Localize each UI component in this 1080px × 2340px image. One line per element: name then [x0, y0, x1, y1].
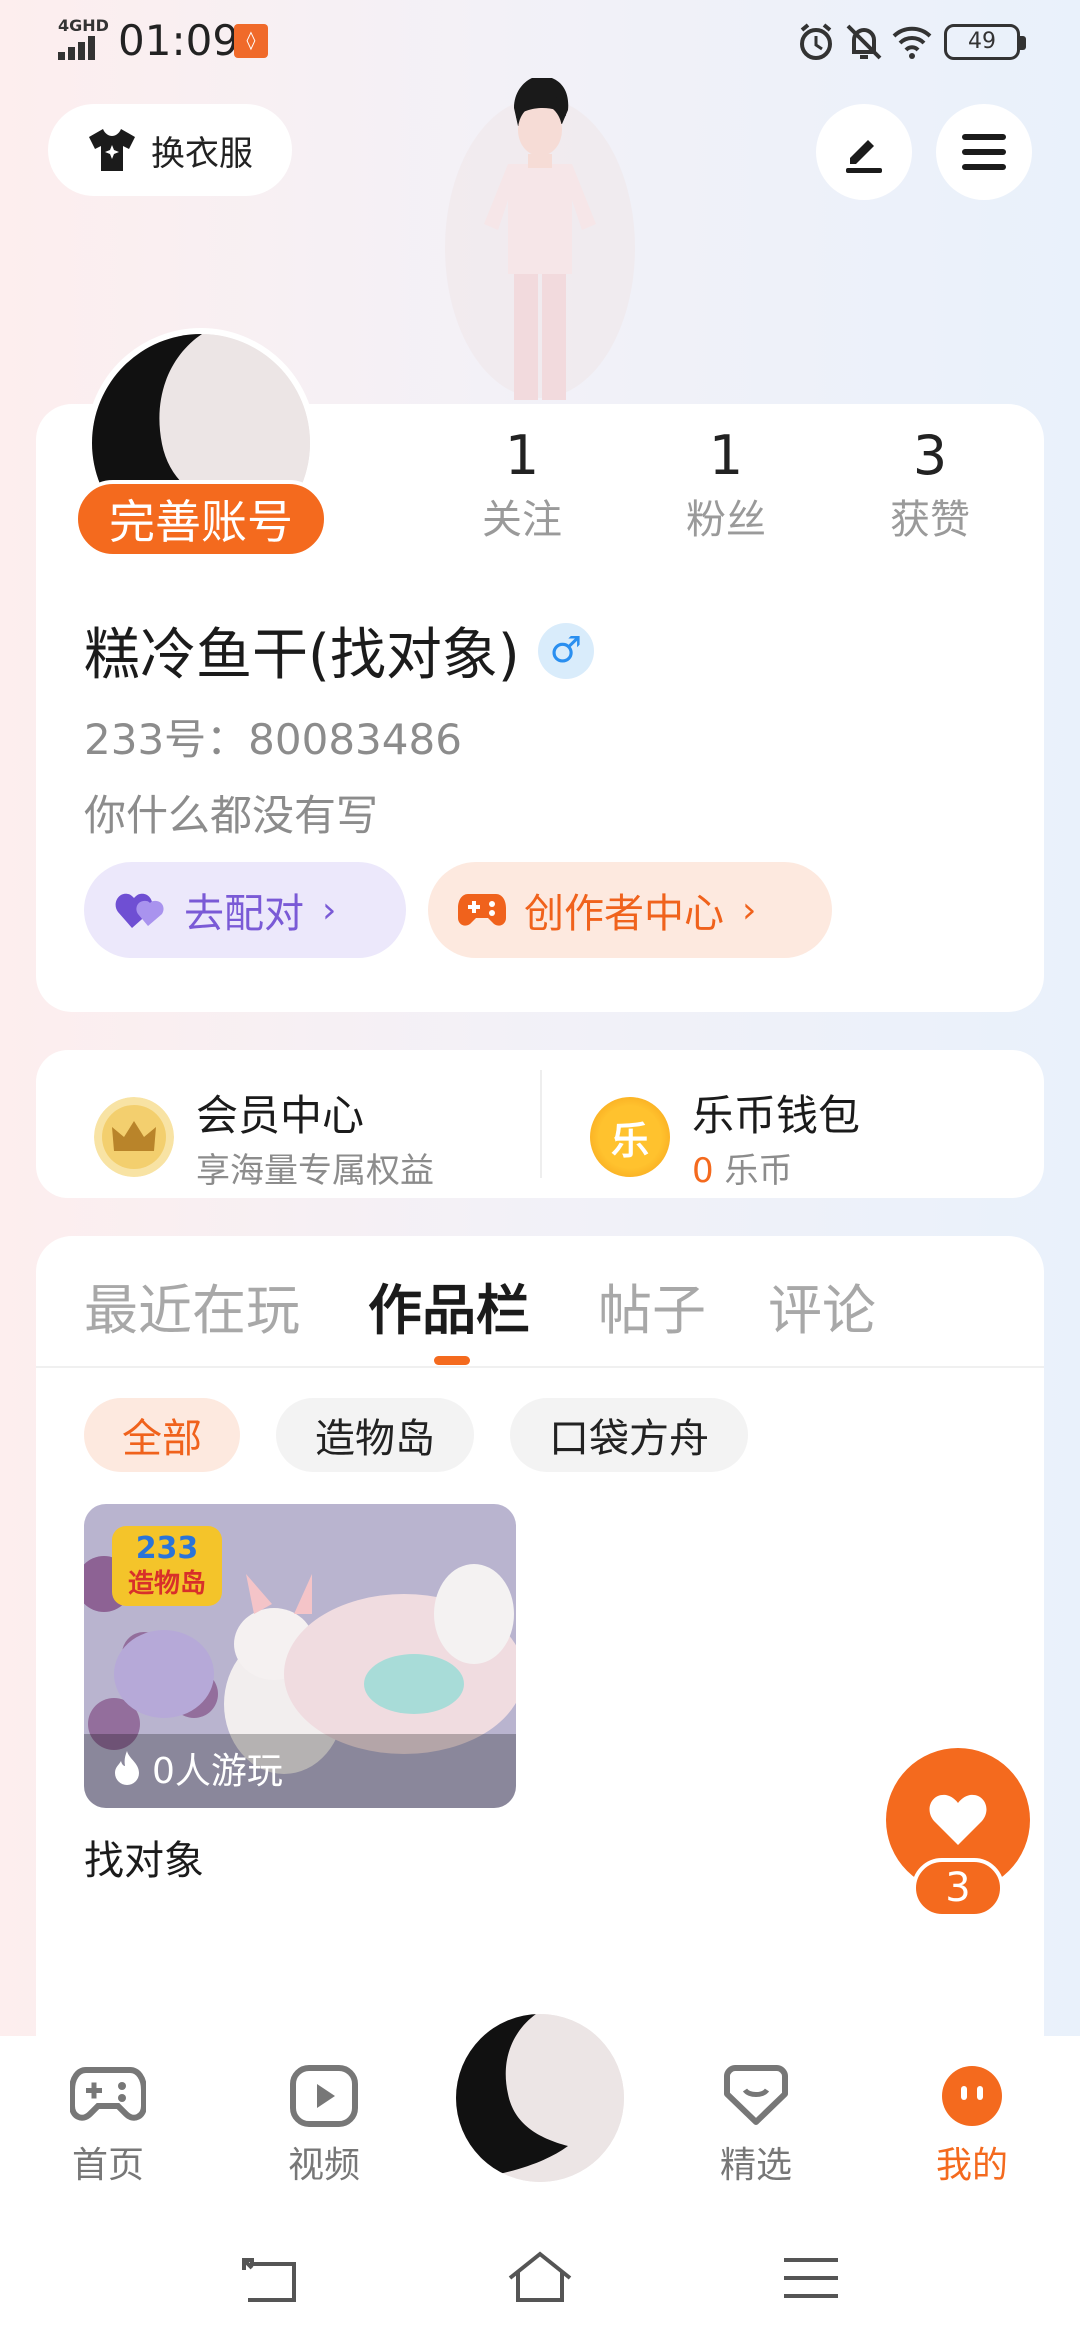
crown-icon — [94, 1097, 174, 1177]
cover-badge-number: 233 — [136, 1531, 199, 1566]
profile-name-row: 糕冷鱼干(找对象) ♂ — [84, 610, 594, 691]
play-count: 0人游玩 — [112, 1742, 283, 1794]
flame-icon — [115, 1751, 139, 1785]
like-count-badge: 3 — [912, 1858, 1004, 1918]
likes-stat[interactable]: 3 获赞 — [850, 424, 1010, 545]
recent-apps-icon[interactable] — [780, 2254, 842, 2302]
member-center-entry[interactable]: 会员中心 享海量专属权益 — [94, 1082, 434, 1192]
following-count: 1 — [504, 424, 540, 487]
app-notification-icon: ◊ — [234, 24, 268, 58]
change-outfit-button[interactable]: 换衣服 — [48, 104, 292, 196]
wifi-icon — [892, 26, 932, 59]
nav-featured[interactable]: 精选 — [676, 2064, 836, 2188]
filter-all[interactable]: 全部 — [84, 1398, 240, 1472]
match-label: 去配对 — [184, 891, 304, 937]
tab-posts[interactable]: 帖子 — [598, 1266, 706, 1345]
avatar-image — [456, 2014, 624, 2182]
coin-icon: 乐 — [590, 1097, 670, 1177]
cover-badge-title: 造物岛 — [128, 1568, 206, 1599]
network-label: 4GHD — [58, 16, 109, 35]
nav-mine-label: 我的 — [935, 2145, 1008, 2186]
fans-count: 1 — [708, 424, 744, 487]
active-tab-indicator — [434, 1356, 470, 1365]
following-stat[interactable]: 1 关注 — [442, 424, 602, 545]
wallet-balance: 0 乐币 — [692, 1143, 860, 1192]
alarm-icon — [800, 23, 832, 60]
status-bar: 4GHD 01:09 ◊ 49 — [0, 0, 1080, 84]
work-title[interactable]: 找对象 — [84, 1828, 204, 1886]
profile-name: 糕冷鱼干(找对象) — [84, 623, 520, 688]
match-button[interactable]: 去配对 › — [84, 862, 406, 958]
following-label: 关注 — [482, 497, 562, 543]
likes-label: 获赞 — [890, 497, 970, 543]
member-center-subtitle: 享海量专属权益 — [196, 1151, 434, 1191]
wallet-amount: 0 — [692, 1151, 714, 1191]
gamepad-icon — [70, 2067, 146, 2121]
nav-center-avatar[interactable] — [456, 2014, 624, 2182]
nav-video[interactable]: 视频 — [244, 2064, 404, 2188]
fans-label: 粉丝 — [686, 497, 766, 543]
status-time: 01:09 — [118, 16, 240, 65]
signal-icon — [58, 36, 104, 60]
filter-pocket-ark[interactable]: 口袋方舟 — [510, 1398, 748, 1472]
tab-works[interactable]: 作品栏 — [368, 1266, 530, 1345]
heart-icon — [929, 1794, 987, 1845]
tab-divider — [36, 1366, 1044, 1368]
creator-center-button[interactable]: 创作者中心 › — [428, 862, 832, 958]
gamepad-icon — [458, 894, 506, 926]
creator-center-label: 创作者中心 — [524, 891, 724, 937]
profile-bio: 你什么都没有写 — [84, 791, 379, 840]
nav-video-label: 视频 — [287, 2145, 360, 2186]
nav-featured-label: 精选 — [719, 2145, 792, 2186]
nav-home[interactable]: 首页 — [28, 2064, 188, 2188]
nav-mine[interactable]: 我的 — [892, 2064, 1052, 2188]
menu-button[interactable] — [936, 104, 1032, 200]
heart-badge-icon — [724, 2065, 788, 2125]
chevron-right-icon: › — [742, 889, 757, 931]
hamburger-menu-icon — [962, 134, 1006, 170]
face-icon — [942, 2066, 1002, 2126]
chevron-right-icon: › — [322, 889, 337, 931]
user-id: 233号：80083486 — [84, 715, 462, 764]
wallet-unit: 乐币 — [724, 1151, 793, 1191]
avatar-3d-figure[interactable] — [430, 78, 650, 400]
divider — [540, 1070, 542, 1178]
filter-creation-island[interactable]: 造物岛 — [276, 1398, 474, 1472]
male-gender-icon: ♂ — [537, 622, 594, 679]
double-heart-icon — [115, 893, 164, 928]
change-outfit-label: 换衣服 — [151, 133, 253, 174]
complete-account-button[interactable]: 完善账号 — [74, 480, 328, 558]
shirt-icon — [89, 129, 135, 171]
tab-comments[interactable]: 评论 — [768, 1266, 876, 1345]
play-count-label: 0人游玩 — [152, 1751, 283, 1792]
play-icon — [290, 2065, 358, 2127]
home-icon[interactable] — [506, 2248, 574, 2306]
mute-bell-icon — [846, 24, 882, 60]
back-icon[interactable] — [240, 2254, 302, 2306]
fans-stat[interactable]: 1 粉丝 — [646, 424, 806, 545]
pen-icon — [846, 140, 882, 173]
wallet-entry[interactable]: 乐 乐币钱包 0 乐币 — [590, 1082, 860, 1192]
member-center-title: 会员中心 — [196, 1091, 365, 1140]
battery-icon: 49 — [944, 24, 1026, 60]
wallet-title: 乐币钱包 — [692, 1091, 861, 1140]
edit-button[interactable] — [816, 104, 912, 200]
tab-recently-played[interactable]: 最近在玩 — [84, 1266, 300, 1345]
likes-count: 3 — [912, 424, 948, 487]
nav-home-label: 首页 — [71, 2145, 144, 2186]
